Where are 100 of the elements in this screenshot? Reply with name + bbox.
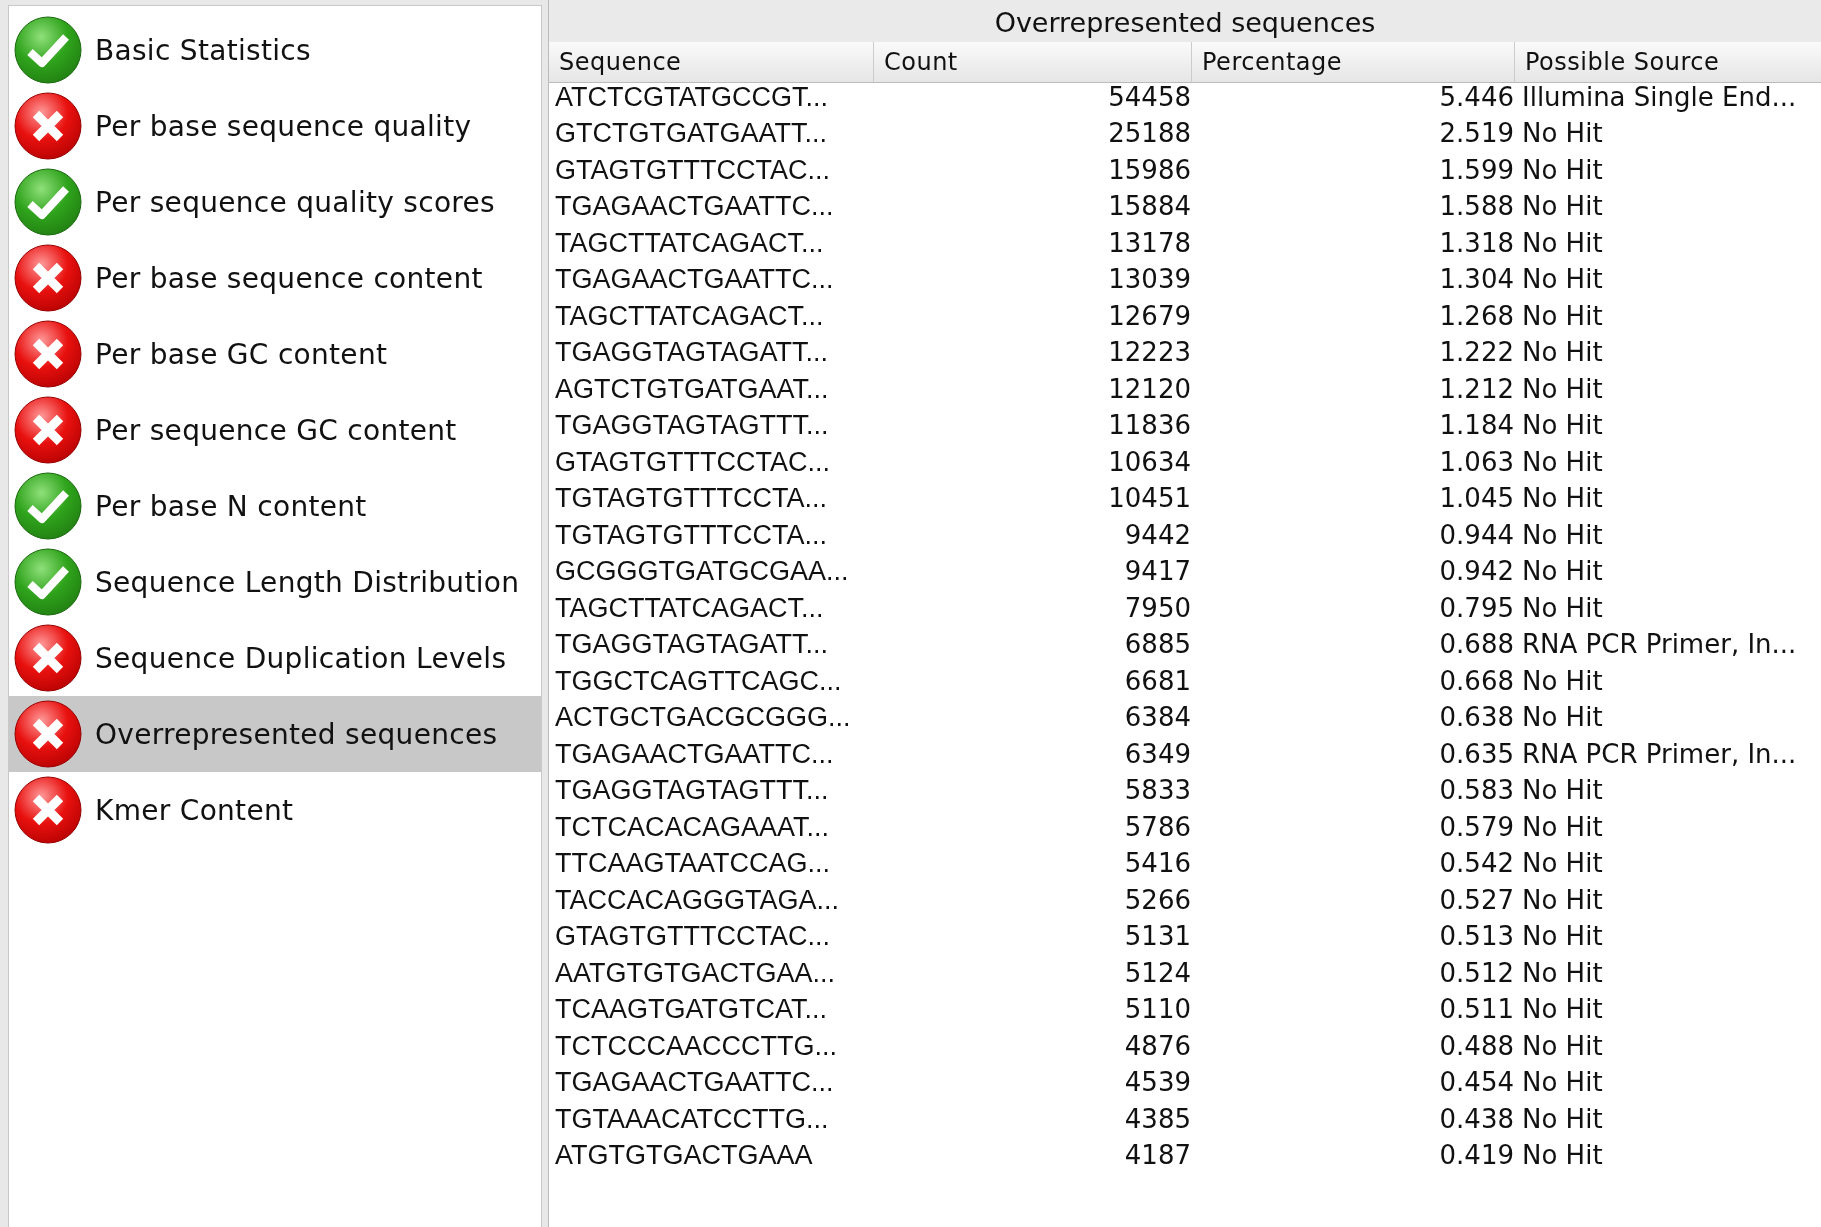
column-header[interactable]: Possible Source [1514,42,1821,83]
table-cell: Illumina Single End... [1522,81,1797,112]
table-cell: TACCACAGGGTAGA... [555,884,840,915]
table-cell: TCTCCCAACCCTTG... [555,1030,837,1061]
table-cell: GCGGGTGATGCGAA... [555,556,849,586]
table-cell: 0.579 [1439,811,1514,842]
table-cell: No Hit [1522,775,1603,805]
table-cell: 1.588 [1439,191,1514,221]
module-item[interactable]: Per base GC content [9,316,541,392]
table-cell: 11836 [1108,410,1191,440]
module-item[interactable]: Per sequence GC content [9,392,541,468]
module-item[interactable]: Basic Statistics [9,12,541,88]
table-cell: 0.419 [1439,1140,1514,1170]
table-cell: TGAGGTAGTAGTTT... [555,410,829,440]
table-cell: TAGCTTATCAGACT... [555,592,824,623]
table-cell: No Hit [1522,556,1603,586]
table-cell: 0.668 [1439,665,1514,696]
table-cell: No Hit [1522,154,1603,185]
table-cell: 10451 [1108,483,1191,513]
module-item[interactable]: Sequence Duplication Levels [9,620,541,696]
table-cell: No Hit [1522,1103,1603,1134]
table-cell: TGTAAACATCCTTG... [555,1103,829,1134]
column-header[interactable]: Count [873,42,1191,83]
table-cell: No Hit [1522,848,1603,878]
module-item[interactable]: Per base sequence content [9,240,541,316]
table-cell: 12120 [1108,373,1191,404]
table-cell: 0.635 [1439,738,1514,769]
table-cell: No Hit [1522,373,1603,404]
table-cell: TGAGAACTGAATTC... [555,191,834,221]
table-cell: TGAGAACTGAATTC... [555,264,834,294]
table-cell: ATCTCGTATGCCGT... [555,81,828,112]
cross-icon [13,243,83,313]
table-cell: No Hit [1522,337,1603,367]
table-cell: 0.512 [1439,957,1514,988]
table-cell: 13178 [1108,227,1191,258]
table-cell: 6885 [1124,629,1191,659]
table-cell: No Hit [1522,592,1603,623]
table-cell: No Hit [1522,994,1603,1024]
module-item[interactable]: Overrepresented sequences [9,696,541,772]
table-cell: 10634 [1108,446,1191,477]
table-cell: No Hit [1522,519,1603,550]
table-cell: ACTGCTGACGCGGG... [555,702,851,732]
module-item[interactable]: Per base sequence quality [9,88,541,164]
table-cell: 5110 [1124,994,1191,1024]
table-cell: AGTCTGTGATGAAT... [555,373,829,404]
table-cell: No Hit [1522,921,1603,951]
table-cell: 0.795 [1439,592,1514,623]
table-cell: No Hit [1522,811,1603,842]
table-cell: 2.519 [1439,118,1514,148]
cross-icon [13,395,83,465]
table-cell: TAGCTTATCAGACT... [555,300,824,331]
module-item[interactable]: Sequence Length Distribution [9,544,541,620]
table-cell: 1.045 [1439,483,1514,513]
table-cell: 0.511 [1439,994,1514,1024]
table-cell: 9417 [1124,556,1191,586]
cross-icon [13,91,83,161]
check-icon [13,15,83,85]
table-cell: 0.527 [1439,884,1514,915]
table-cell: 0.583 [1439,775,1514,805]
table-cell: TGTAGTGTTTCCTA... [555,483,827,513]
module-item[interactable]: Per base N content [9,468,541,544]
table-cell: 6349 [1124,738,1191,769]
column-header[interactable]: Percentage [1191,42,1514,83]
table-cell: 7950 [1124,592,1191,623]
column-header[interactable]: Sequence [549,42,873,83]
table-cell: GTAGTGTTTCCTAC... [555,921,830,951]
table-cell: TGTAGTGTTTCCTA... [555,519,827,550]
table-cell: TGAGAACTGAATTC... [555,1067,834,1097]
table-cell: 0.454 [1439,1067,1514,1097]
table-cell: TGAGGTAGTAGTTT... [555,775,829,805]
table-cell: No Hit [1522,1067,1603,1097]
table-cell: 5124 [1124,957,1191,988]
table-cell: No Hit [1522,884,1603,915]
table-cell: No Hit [1522,1140,1603,1170]
table-cell: 0.688 [1439,629,1514,659]
table-cell: 6384 [1124,702,1191,732]
table-cell: 9442 [1124,519,1191,550]
table-cell: No Hit [1522,1030,1603,1061]
table-cell: 15884 [1108,191,1191,221]
table-cell: 5.446 [1439,81,1514,112]
table-cell: 12679 [1108,300,1191,331]
table-cell: 25188 [1108,118,1191,148]
table-cell: ATGTGTGACTGAAA [555,1140,813,1170]
table-cell: TGAGGTAGTAGATT... [555,629,828,659]
table-cell: 15986 [1108,154,1191,185]
table-cell: TTCAAGTAATCCAG... [555,848,830,878]
table-cell: 12223 [1108,337,1191,367]
table-cell: No Hit [1522,483,1603,513]
table-cell: 4539 [1124,1067,1191,1097]
table-cell: GTCTGTGATGAATT... [555,118,827,148]
table-cell: No Hit [1522,446,1603,477]
table-cell: No Hit [1522,264,1603,294]
check-icon [13,471,83,541]
table-cell: GTAGTGTTTCCTAC... [555,446,830,477]
table-cell: 0.513 [1439,921,1514,951]
table-cell: 5416 [1124,848,1191,878]
module-item[interactable]: Per sequence quality scores [9,164,541,240]
table-cell: 1.184 [1439,410,1514,440]
table-cell: No Hit [1522,118,1603,148]
module-item[interactable]: Kmer Content [9,772,541,848]
